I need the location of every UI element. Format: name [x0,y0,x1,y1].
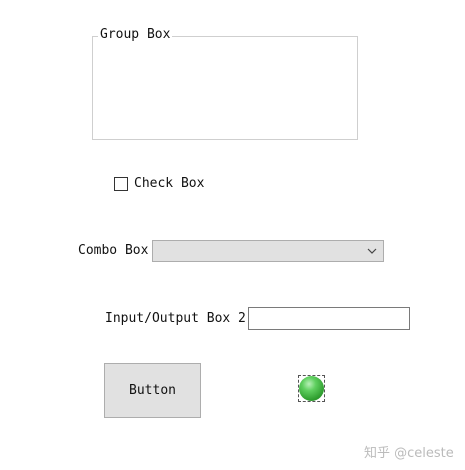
chevron-down-icon[interactable] [366,246,378,256]
led-indicator [298,375,325,402]
status-led-icon [299,376,324,401]
group-box [92,36,358,140]
check-box[interactable]: Check Box [114,176,204,192]
check-box-label: Check Box [134,176,205,191]
group-box-title: Group Box [98,27,173,43]
watermark: 知乎 @celeste [364,446,454,461]
io-box-input[interactable] [248,307,410,330]
main-button[interactable]: Button [104,363,201,418]
combo-box-label: Combo Box [78,243,149,258]
combo-box[interactable] [152,240,384,262]
checkbox-square[interactable] [114,177,128,191]
io-box-label: Input/Output Box 2 [105,311,246,326]
